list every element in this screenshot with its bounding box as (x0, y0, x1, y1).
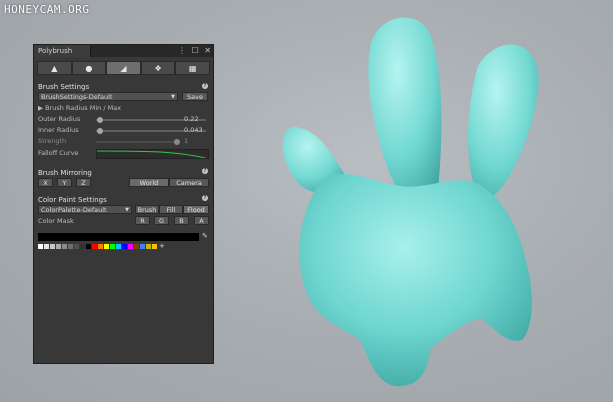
eyedropper-icon[interactable]: ✎ (202, 232, 208, 240)
color-swatch[interactable] (50, 244, 55, 249)
add-swatch-button[interactable]: + (159, 243, 165, 250)
color-swatch[interactable] (92, 244, 97, 249)
color-swatch[interactable] (128, 244, 133, 249)
color-swatch[interactable] (38, 244, 43, 249)
strength-slider-handle[interactable] (174, 139, 180, 145)
outer-radius-slider-handle[interactable] (97, 117, 103, 123)
color-swatch[interactable] (62, 244, 67, 249)
mirror-x-button[interactable]: X (38, 178, 53, 187)
color-swatch[interactable] (152, 244, 157, 249)
brush-radius-toggle[interactable]: ▶ Brush Radius Min / Max (38, 104, 121, 112)
mirror-camera-button[interactable]: Camera (169, 178, 209, 187)
watermark-text: HONEYCAM.ORG (4, 3, 90, 16)
brush-radius-toggle-label: Brush Radius Min / Max (45, 104, 122, 112)
bunny-left-ear (368, 17, 442, 198)
falloff-curve-field[interactable] (96, 149, 209, 159)
color-swatch[interactable] (116, 244, 121, 249)
bunny-model[interactable] (282, 17, 539, 387)
paint-mode-flood-button[interactable]: Flood (183, 205, 209, 214)
paint-mode-brush-button[interactable]: Brush (135, 205, 159, 214)
dropdown-caret-icon: ▼ (171, 94, 175, 100)
color-swatch[interactable] (74, 244, 79, 249)
polybrush-panel: Polybrush ⋮ ☐ ✕ ▲ ● ◢ ❖ ▦ Brush Settings… (33, 44, 214, 364)
help-icon[interactable]: ? (202, 83, 208, 89)
color-swatch[interactable] (146, 244, 151, 249)
outer-radius-label: Outer Radius (38, 115, 81, 123)
color-mask-label: Color Mask (38, 217, 74, 225)
inner-radius-slider-handle[interactable] (97, 128, 103, 134)
close-icon[interactable]: ✕ (204, 46, 211, 55)
inner-radius-value[interactable]: 0.043 (184, 126, 203, 134)
mask-g-button[interactable]: G (154, 216, 169, 225)
mirror-y-button[interactable]: Y (57, 178, 72, 187)
paint-vertex-icon[interactable]: ◢ (106, 61, 141, 75)
menu-dots-icon[interactable]: ⋮ (178, 46, 186, 55)
help-icon[interactable]: ? (202, 195, 208, 201)
window-controls: ⋮ ☐ ✕ (175, 45, 211, 57)
mirror-world-button[interactable]: World (129, 178, 169, 187)
strength-label: Strength (38, 137, 67, 145)
tab-polybrush[interactable]: Polybrush (34, 45, 92, 57)
color-swatch[interactable] (86, 244, 91, 249)
color-swatch[interactable] (80, 244, 85, 249)
bunny-body (299, 173, 532, 387)
help-icon[interactable]: ? (202, 168, 208, 174)
dropdown-caret-icon: ▼ (125, 207, 129, 213)
color-swatches: + (38, 243, 165, 250)
outer-radius-value[interactable]: 0.22 (184, 115, 198, 123)
color-swatch[interactable] (68, 244, 73, 249)
panel-titlebar: Polybrush ⋮ ☐ ✕ (34, 45, 213, 57)
color-swatch[interactable] (140, 244, 145, 249)
mirror-z-button[interactable]: Z (76, 178, 91, 187)
brush-preset-dropdown[interactable]: BrushSettings-Default ▼ (38, 92, 178, 101)
brush-mirroring-header: Brush Mirroring (38, 169, 92, 177)
color-swatch[interactable] (44, 244, 49, 249)
color-palette-dropdown[interactable]: ColorPalette-Default ▼ (38, 205, 132, 214)
strength-slider-track[interactable] (96, 141, 178, 143)
texture-paint-icon[interactable]: ▦ (175, 61, 210, 75)
mask-b-button[interactable]: B (174, 216, 189, 225)
maximize-icon[interactable]: ☐ (192, 46, 199, 55)
brush-settings-header: Brush Settings (38, 83, 90, 91)
color-swatch[interactable] (98, 244, 103, 249)
brush-preset-value: BrushSettings-Default (41, 93, 113, 101)
mask-r-button[interactable]: R (135, 216, 150, 225)
current-color-field[interactable] (38, 233, 199, 241)
color-swatch[interactable] (110, 244, 115, 249)
strength-value[interactable]: 1 (184, 137, 188, 145)
color-paint-settings-header: Color Paint Settings (38, 196, 107, 204)
mask-a-button[interactable]: A (194, 216, 209, 225)
color-palette-value: ColorPalette-Default (41, 206, 107, 214)
falloff-curve-label: Falloff Curve (38, 149, 79, 157)
color-swatch[interactable] (134, 244, 139, 249)
brush-mode-toolbar: ▲ ● ◢ ❖ ▦ (37, 61, 210, 75)
falloff-curve-graph (97, 150, 207, 158)
raise-lower-icon[interactable]: ▲ (37, 61, 72, 75)
color-swatch[interactable] (104, 244, 109, 249)
inner-radius-label: Inner Radius (38, 126, 79, 134)
bunny-right-ear (468, 44, 539, 200)
save-button[interactable]: Save (182, 92, 208, 101)
color-swatch[interactable] (122, 244, 127, 249)
color-swatch[interactable] (56, 244, 61, 249)
scatter-prefab-icon[interactable]: ❖ (140, 61, 176, 75)
smooth-icon[interactable]: ● (71, 61, 107, 75)
paint-mode-fill-button[interactable]: Fill (159, 205, 183, 214)
